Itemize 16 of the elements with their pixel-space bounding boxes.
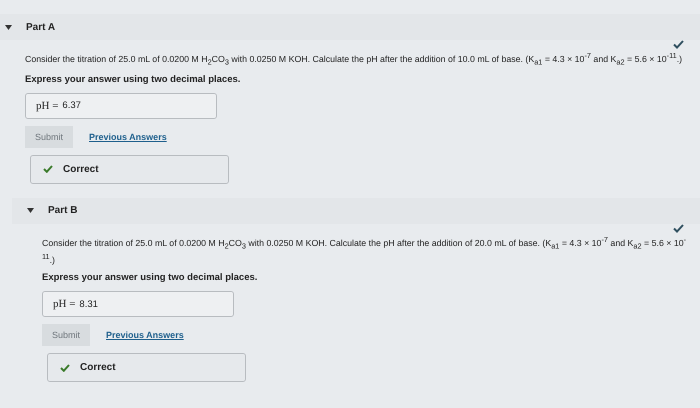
part-header[interactable]: Part A — [0, 14, 700, 40]
previous-answers-link[interactable]: Previous Answers — [89, 132, 167, 142]
part-title: Part A — [26, 22, 56, 32]
feedback-text: Correct — [80, 362, 116, 374]
check-icon — [43, 165, 53, 174]
part-header[interactable]: Part B — [12, 198, 700, 224]
answer-field[interactable]: pH = 8.31 — [42, 291, 234, 318]
answer-field[interactable]: pH = 6.37 — [25, 92, 217, 119]
check-icon — [60, 364, 70, 372]
part-title: Part B — [48, 205, 78, 216]
question-text: Consider the titration of 25.0 mL of 0.0200 M H$_{2}$CO$_{3}$ with 0.0250 M KOH. Calculate the pH after the addition of 20.0 mL of base. (K$_{a1}$ = 4.3 × 10$^{-7}$ and K$_{a2}$ = 5.6 × 10$^{-}$$^{11}$.) — [42, 234, 688, 266]
instruction-text: Express your answer using two decimal places. — [25, 74, 242, 85]
question-text: Consider the titration of 25.0 mL of 0.0200 M H$_{2}$CO$_{3}$ with 0.0250 M KOH. Calculate the pH after the addition of 10.0 mL of base. (K$_{a1}$ = 4.3 × 10$^{-7}$ and K$_{a2}$ = 5.6 × 10$^{-11}$.) — [25, 50, 684, 68]
feedback-text: Correct — [63, 164, 99, 175]
previous-answers-link[interactable]: Previous Answers — [106, 330, 184, 340]
instruction-text: Express your answer using two decimal places. — [42, 272, 258, 284]
